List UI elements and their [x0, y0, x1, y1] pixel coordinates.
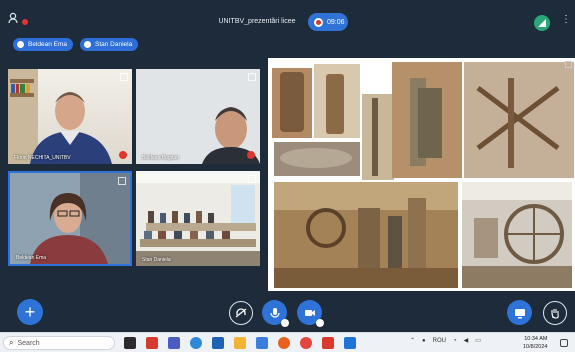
taskbar: ⌕ Search ⌃ ● ROU ◔ ◀ ▭ 10:34 AM 10/8/202… — [0, 332, 575, 352]
talker-name: Beldean Ema — [28, 41, 68, 48]
video-tile[interactable]: Beldean Bogdan — [136, 69, 260, 164]
volume-icon[interactable]: ◀ — [464, 337, 469, 344]
video-tile[interactable]: Beldean Ema — [8, 171, 132, 266]
language-indicator[interactable]: ROU — [433, 338, 446, 344]
presentation-button[interactable] — [507, 300, 532, 325]
fullscreen-icon[interactable] — [248, 73, 256, 81]
fullscreen-icon[interactable] — [120, 73, 128, 81]
clock-date: 10/8/2024 — [523, 344, 548, 350]
battery-icon[interactable]: ▭ — [475, 337, 481, 344]
signal-icon[interactable] — [534, 15, 550, 31]
talker-name: Stan Daniela — [95, 41, 133, 48]
slide-image — [268, 58, 575, 291]
notifications-icon[interactable] — [560, 339, 568, 347]
clock-time: 10:34 AM — [524, 336, 548, 342]
fullscreen-icon[interactable] — [118, 177, 126, 185]
file-explorer-icon[interactable] — [234, 337, 246, 349]
participant-name: Stan Daniela — [142, 257, 171, 263]
system-tray: ⌃ ● ROU ◔ ◀ ▭ — [410, 337, 481, 345]
screen-icon — [514, 308, 525, 318]
kebab-icon[interactable]: ⋮ — [561, 14, 571, 25]
webcam-feed — [136, 171, 260, 266]
firefox-icon[interactable] — [278, 337, 290, 349]
meeting-title: UNITBV_prezentări licee — [218, 18, 296, 25]
raise-hand-button[interactable] — [543, 301, 567, 325]
talking-indicator[interactable]: Beldean Ema — [13, 38, 74, 51]
actions-button[interactable]: + — [17, 299, 43, 325]
mic-options-indicator[interactable] — [281, 319, 289, 327]
search-icon: ⌕ — [9, 338, 14, 347]
participant-name: Beldean Ema — [16, 255, 47, 261]
app-icon[interactable] — [146, 337, 158, 349]
search-placeholder: Search — [17, 339, 40, 347]
app-icon[interactable] — [256, 337, 268, 349]
webcam-feed — [8, 69, 112, 164]
hand-icon — [551, 309, 559, 319]
task-view-icon[interactable] — [124, 337, 136, 349]
participant-name: Beldean Bogdan — [142, 155, 179, 161]
webcam-feed — [10, 173, 130, 264]
video-tile[interactable]: Stan Daniela — [136, 171, 260, 266]
microphone-icon — [17, 41, 24, 48]
clock[interactable]: 10:34 AM 10/8/2024 — [523, 335, 547, 351]
mute-button[interactable] — [262, 300, 289, 327]
app-icon[interactable] — [322, 337, 334, 349]
video-tile[interactable]: Florin NECHITA_UNITBV — [8, 69, 132, 164]
talking-indicator[interactable]: Stan Daniela — [80, 38, 139, 51]
presentation-area[interactable] — [268, 58, 575, 291]
conference-app: UNITBV_prezentări licee 09:06 ⋮ Beldean … — [0, 0, 575, 352]
fullscreen-icon[interactable] — [565, 61, 572, 68]
muted-icon — [247, 151, 255, 159]
notification-dot — [22, 19, 28, 25]
chevron-up-icon[interactable]: ⌃ — [410, 337, 415, 344]
participant-name: Florin NECHITA_UNITBV — [14, 155, 71, 161]
recording-time: 09:06 — [327, 18, 345, 26]
microphone-icon[interactable]: ● — [422, 338, 426, 344]
webcam-feed — [136, 69, 260, 164]
microphone-icon — [269, 307, 280, 318]
leave-audio-button[interactable] — [229, 301, 253, 325]
users-icon[interactable] — [8, 12, 28, 26]
muted-icon — [119, 151, 127, 159]
recording-indicator[interactable]: 09:06 — [308, 13, 348, 31]
teams-icon[interactable] — [168, 337, 180, 349]
camera-icon — [304, 309, 315, 316]
outlook-icon[interactable] — [344, 337, 356, 349]
top-bar: UNITBV_prezentări licee 09:06 ⋮ — [0, 0, 575, 36]
microphone-icon — [84, 41, 91, 48]
app-icon[interactable] — [212, 337, 224, 349]
edge-icon[interactable] — [190, 337, 202, 349]
headset-icon — [235, 308, 247, 318]
search-input[interactable]: ⌕ Search — [3, 336, 115, 350]
record-icon — [314, 17, 323, 27]
wifi-icon[interactable]: ◔ — [453, 338, 457, 344]
fullscreen-icon[interactable] — [248, 175, 256, 183]
plus-icon: + — [24, 301, 36, 322]
chrome-icon[interactable] — [300, 337, 312, 349]
camera-options-indicator[interactable] — [316, 319, 324, 327]
camera-button[interactable] — [297, 300, 324, 327]
